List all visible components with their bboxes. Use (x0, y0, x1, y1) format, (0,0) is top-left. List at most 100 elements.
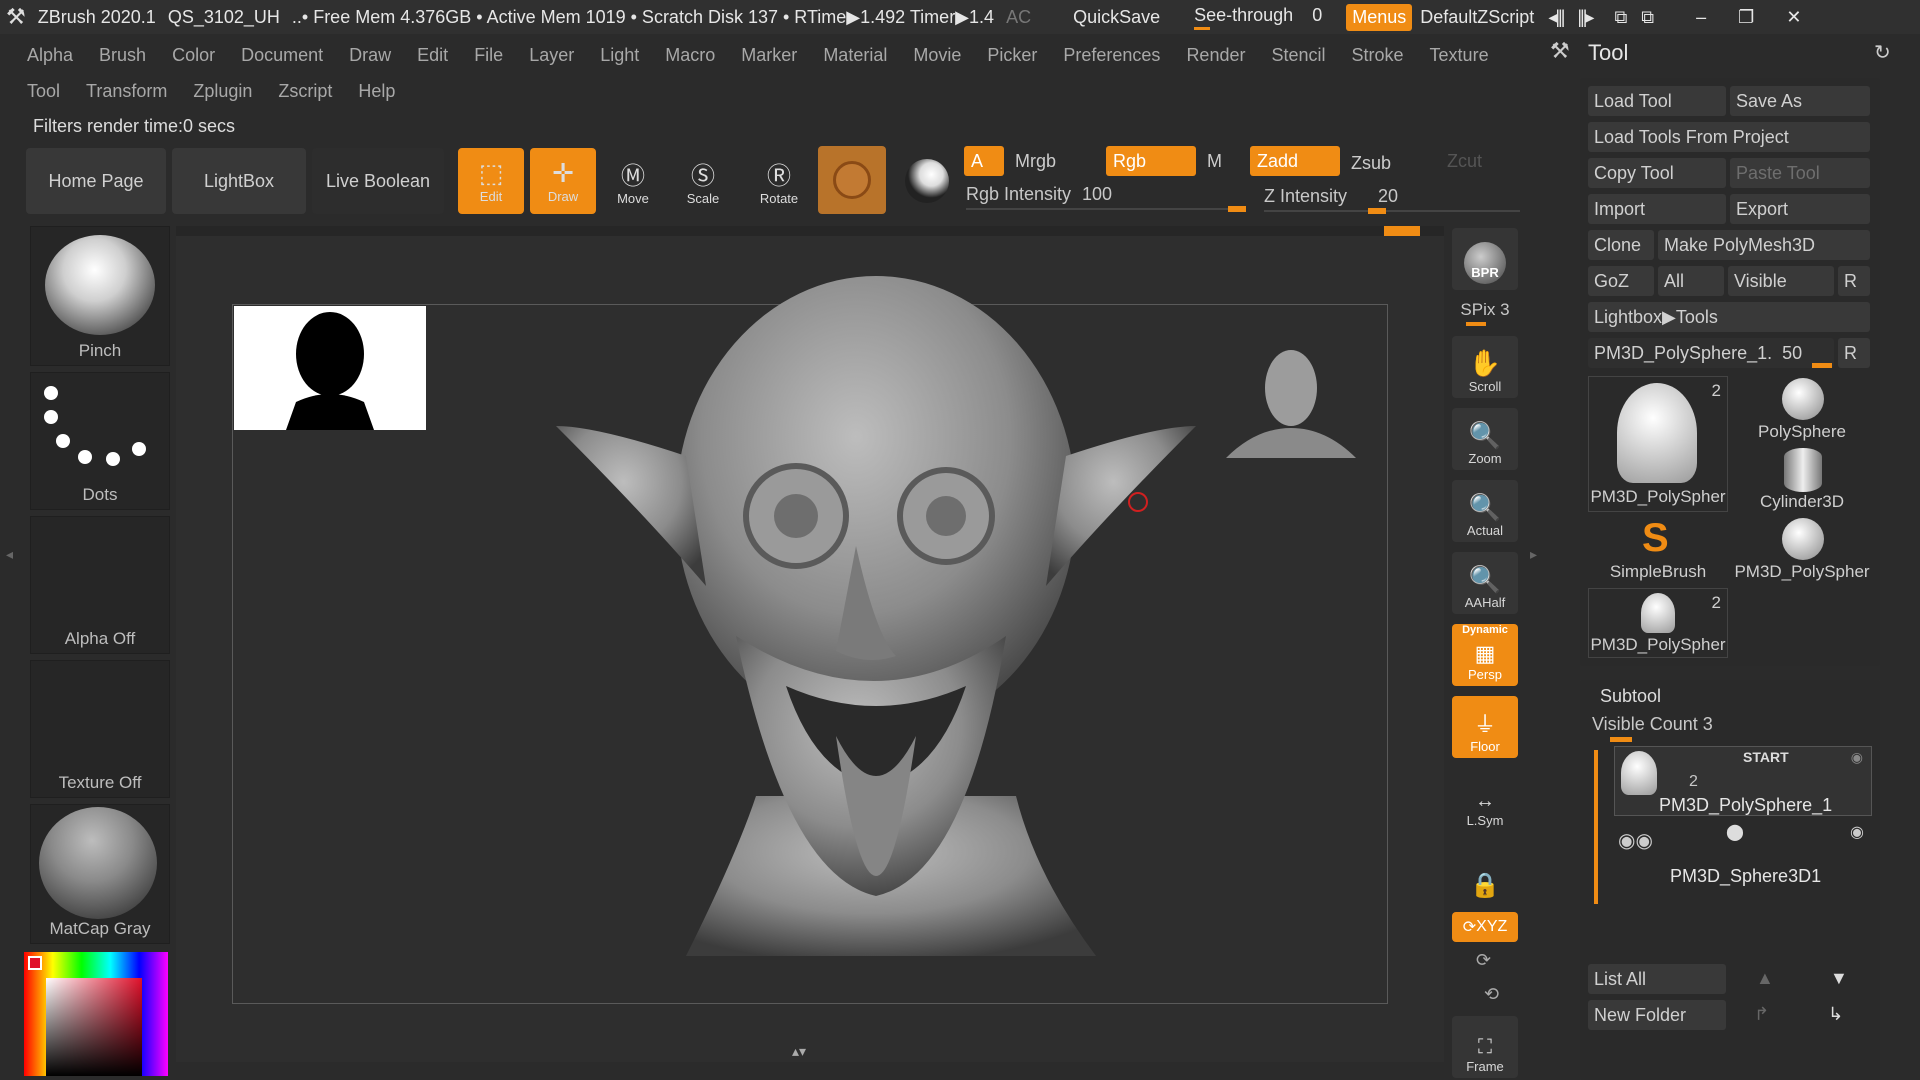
menu-zscript[interactable]: Zscript (278, 81, 332, 102)
folder-down-icon[interactable]: ↳ (1828, 1004, 1843, 1025)
visible-count-slider[interactable]: Visible Count 3 (1592, 712, 1870, 742)
import-button[interactable]: Import (1588, 194, 1726, 224)
quicksave-button[interactable]: QuickSave (1073, 7, 1160, 28)
menu-marker[interactable]: Marker (741, 45, 797, 66)
restore-icon[interactable]: ❐ (1738, 7, 1754, 28)
seethrough-slider[interactable]: See-through 0 (1194, 5, 1322, 30)
alpha-thumbnail[interactable]: Alpha Off (30, 516, 170, 654)
menu-texture[interactable]: Texture (1430, 45, 1489, 66)
load-tool-button[interactable]: Load Tool (1588, 86, 1726, 116)
make-polymesh-button[interactable]: Make PolyMesh3D (1658, 230, 1870, 260)
layout-slider-icon[interactable]: ◂||| (1548, 7, 1565, 28)
menu-tool[interactable]: Tool (27, 81, 60, 102)
scale-button[interactable]: Ⓢ Scale (670, 148, 736, 214)
rotate-z-icon[interactable]: ⟲ (1484, 984, 1499, 1005)
menu-macro[interactable]: Macro (665, 45, 715, 66)
a-toggle[interactable]: A (964, 146, 1004, 176)
menu-light[interactable]: Light (600, 45, 639, 66)
spix-slider[interactable]: SPix 3 (1452, 300, 1518, 326)
tool-thumb-4[interactable]: S SimpleBrush (1588, 516, 1728, 582)
home-page-button[interactable]: Home Page (26, 148, 166, 214)
clone-button[interactable]: Clone (1588, 230, 1654, 260)
tool-thumb-6[interactable]: 2 PM3D_PolySpher (1588, 588, 1728, 658)
lock-button[interactable]: 🔒 (1452, 842, 1518, 904)
color-picker[interactable] (24, 952, 168, 1076)
menu-layer[interactable]: Layer (529, 45, 574, 66)
zcut-toggle[interactable]: Zcut (1440, 146, 1500, 176)
floor-button[interactable]: ⏚ Floor (1452, 696, 1518, 758)
new-folder-button[interactable]: New Folder (1588, 1000, 1726, 1030)
right-collapse-icon[interactable]: ▸ (1530, 546, 1537, 563)
export-button[interactable]: Export (1730, 194, 1870, 224)
menu-help[interactable]: Help (358, 81, 395, 102)
menu-edit[interactable]: Edit (417, 45, 448, 66)
menu-draw[interactable]: Draw (349, 45, 391, 66)
menu-document[interactable]: Document (241, 45, 323, 66)
lightbox-tools-button[interactable]: Lightbox▶Tools (1588, 302, 1870, 332)
layout-slider2-icon[interactable]: |||▸ (1577, 7, 1594, 28)
subtool-title[interactable]: Subtool (1600, 686, 1661, 707)
move-up-icon[interactable]: ▲ (1756, 968, 1774, 989)
bpr-button[interactable]: BPR (1452, 228, 1518, 290)
material-sphere-button[interactable] (894, 148, 960, 214)
goz-r-button[interactable]: R (1838, 266, 1870, 296)
zsub-toggle[interactable]: Zsub (1344, 148, 1424, 178)
aahalf-button[interactable]: 🔍 AAHalf (1452, 552, 1518, 614)
rotate-y-icon[interactable]: ⟳ (1476, 950, 1491, 971)
draw-button[interactable]: ✛ Draw (530, 148, 596, 214)
save-as-button[interactable]: Save As (1730, 86, 1870, 116)
goz-button[interactable]: GoZ (1588, 266, 1654, 296)
menu-brush[interactable]: Brush (99, 45, 146, 66)
default-zscript[interactable]: DefaultZScript (1420, 7, 1534, 28)
sculpt-model[interactable] (536, 256, 1236, 1036)
tool-thumb-5[interactable]: PM3D_PolySpher (1732, 516, 1872, 582)
menu-render[interactable]: Render (1186, 45, 1245, 66)
subtool-1-eye-icon[interactable]: ◉ (1851, 749, 1863, 766)
lightbox-button[interactable]: LightBox (172, 148, 306, 214)
menu-file[interactable]: File (474, 45, 503, 66)
menus-button[interactable]: Menus (1346, 3, 1413, 31)
zoom-button[interactable]: 🔍 Zoom (1452, 408, 1518, 470)
menu-preferences[interactable]: Preferences (1063, 45, 1160, 66)
subtool-scrollbar[interactable] (1594, 750, 1598, 904)
timeline-marker[interactable] (1384, 226, 1420, 236)
lsym-button[interactable]: ↔ L.Sym (1452, 770, 1518, 832)
tool-thumb-3[interactable]: Cylinder3D (1732, 446, 1872, 512)
document-canvas[interactable]: ▴▾ (176, 226, 1444, 1062)
list-all-button[interactable]: List All (1588, 964, 1726, 994)
minimize-icon[interactable]: – (1696, 7, 1706, 28)
menu-alpha[interactable]: Alpha (27, 45, 73, 66)
paste-tool-button[interactable]: Paste Tool (1730, 158, 1870, 188)
rgb-intensity-slider[interactable]: Rgb Intensity 100 (966, 182, 1246, 212)
brush-selector-button[interactable] (818, 146, 886, 214)
frame-button[interactable]: ⛶ Frame (1452, 1016, 1518, 1078)
current-tool-r-button[interactable]: R (1838, 338, 1870, 368)
scroll-button[interactable]: ✋ Scroll (1452, 336, 1518, 398)
close-icon[interactable]: ✕ (1786, 7, 1801, 28)
persp-button[interactable]: Dynamic ▦ Persp (1452, 624, 1518, 686)
menu-zplugin[interactable]: Zplugin (193, 81, 252, 102)
subtool-2-eye-icon[interactable]: ◉ (1850, 822, 1864, 842)
navigation-head-icon[interactable] (1216, 340, 1366, 460)
current-tool-slider[interactable]: PM3D_PolySphere_1. 50 (1588, 338, 1834, 368)
rgb-toggle[interactable]: Rgb (1106, 146, 1196, 176)
menu-movie[interactable]: Movie (913, 45, 961, 66)
mrgb-toggle[interactable]: Mrgb (1008, 146, 1104, 176)
subtool-2-toggle-icon[interactable]: ⬤ (1726, 822, 1744, 842)
goz-visible-button[interactable]: Visible (1728, 266, 1834, 296)
m-toggle[interactable]: M (1200, 146, 1230, 176)
load-tools-from-project-button[interactable]: Load Tools From Project (1588, 122, 1870, 152)
brush-thumbnail[interactable]: Pinch (30, 226, 170, 366)
menu-color[interactable]: Color (172, 45, 215, 66)
rotate-button[interactable]: Ⓡ Rotate (746, 148, 812, 214)
move-down-icon[interactable]: ▼ (1830, 968, 1848, 989)
window-layout2-icon[interactable]: ⧉ (1641, 7, 1654, 28)
material-thumbnail[interactable]: MatCap Gray (30, 804, 170, 944)
xyz-button[interactable]: ⟳ XYZ (1452, 912, 1518, 942)
menu-transform[interactable]: Transform (86, 81, 167, 102)
actual-button[interactable]: 🔍 Actual (1452, 480, 1518, 542)
tool-thumb-1[interactable]: 2 PM3D_PolySpher (1588, 376, 1728, 512)
live-boolean-button[interactable]: Live Boolean (312, 148, 444, 214)
menu-material[interactable]: Material (823, 45, 887, 66)
menu-stencil[interactable]: Stencil (1271, 45, 1325, 66)
